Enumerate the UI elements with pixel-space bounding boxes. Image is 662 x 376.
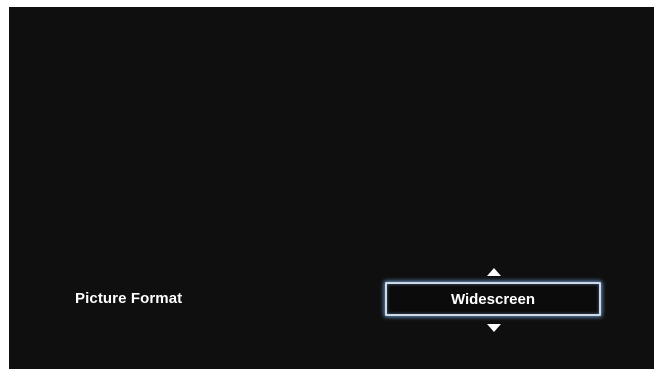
arrow-down-icon[interactable] bbox=[487, 324, 501, 332]
picture-format-value-box[interactable]: Widescreen bbox=[385, 282, 601, 316]
picture-format-value: Widescreen bbox=[450, 290, 536, 308]
picture-format-label: Picture Format bbox=[75, 290, 183, 307]
tv-screen: Picture Format Widescreen bbox=[9, 7, 654, 369]
picture-format-selector[interactable]: Widescreen bbox=[385, 268, 603, 332]
arrow-up-icon[interactable] bbox=[487, 268, 501, 276]
